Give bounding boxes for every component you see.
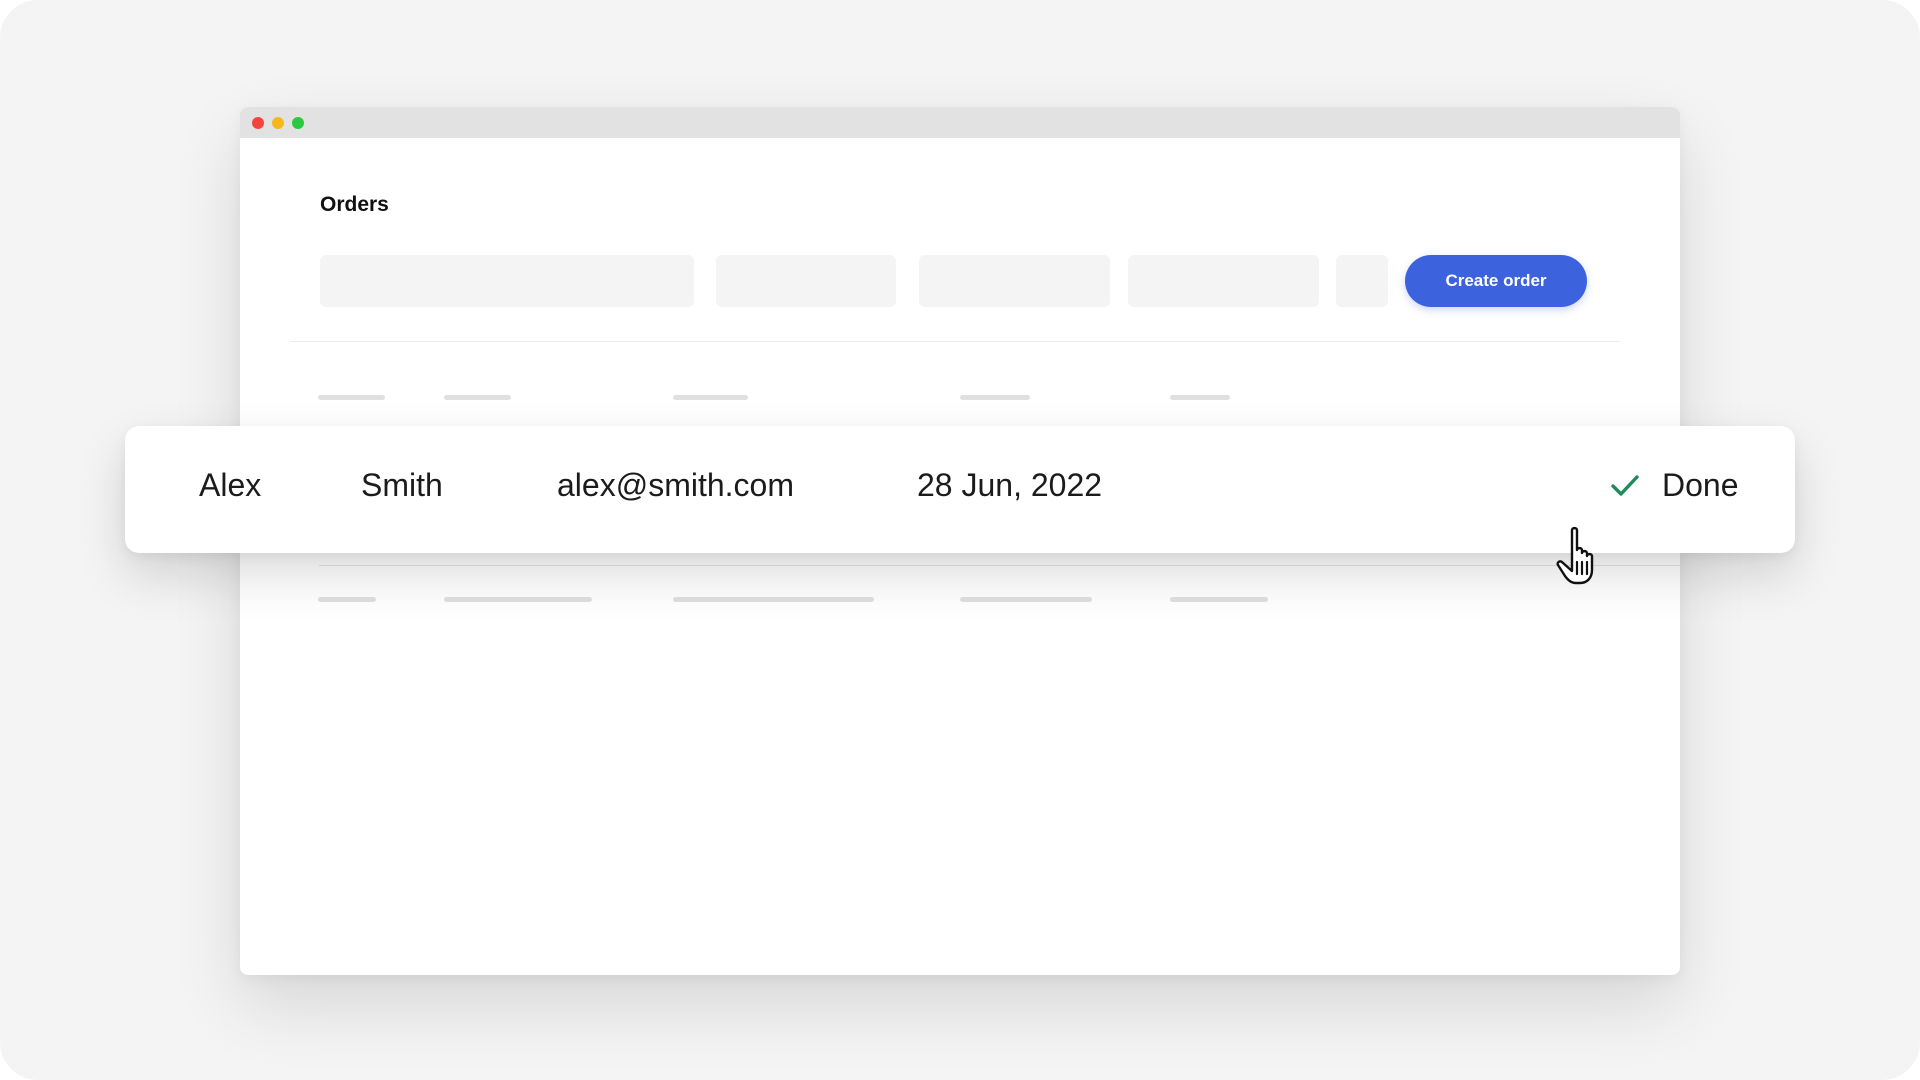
header-placeholder-last-name xyxy=(444,395,511,400)
email-cell: alex@smith.com xyxy=(557,467,794,503)
filter-field-1[interactable] xyxy=(716,255,896,307)
filter-field-2[interactable] xyxy=(919,255,1110,307)
row-placeholder-email xyxy=(673,597,874,602)
last-name-cell: Smith xyxy=(361,467,443,503)
header-placeholder-first-name xyxy=(318,395,385,400)
table-row[interactable]: Alex Smith alex@smith.com 28 Jun, 2022 D… xyxy=(125,426,1795,553)
row-placeholder-last-name xyxy=(444,597,592,602)
header-placeholder-status xyxy=(1170,395,1230,400)
page-title: Orders xyxy=(320,193,389,216)
maximize-window-button[interactable] xyxy=(292,117,304,129)
hand-pointer-icon xyxy=(1556,526,1594,585)
minimize-window-button[interactable] xyxy=(272,117,284,129)
first-name-cell: Alex xyxy=(199,467,262,503)
window-titlebar xyxy=(240,107,1680,138)
close-window-button[interactable] xyxy=(252,117,264,129)
date-cell: 28 Jun, 2022 xyxy=(917,467,1103,503)
header-placeholder-date xyxy=(960,395,1030,400)
status-badge[interactable]: Done xyxy=(1609,466,1739,504)
row-placeholder-status xyxy=(1170,597,1268,602)
check-icon xyxy=(1611,475,1639,496)
toolbar-divider xyxy=(290,341,1620,342)
filter-field-3[interactable] xyxy=(1128,255,1319,307)
header-placeholder-email xyxy=(673,395,748,400)
row-divider xyxy=(319,565,1680,566)
search-input[interactable] xyxy=(320,255,694,307)
filter-options-button[interactable] xyxy=(1336,255,1388,307)
create-order-button[interactable]: Create order xyxy=(1405,255,1587,307)
row-placeholder-first-name xyxy=(318,597,376,602)
row-placeholder-date xyxy=(960,597,1092,602)
status-label: Done xyxy=(1662,467,1739,503)
